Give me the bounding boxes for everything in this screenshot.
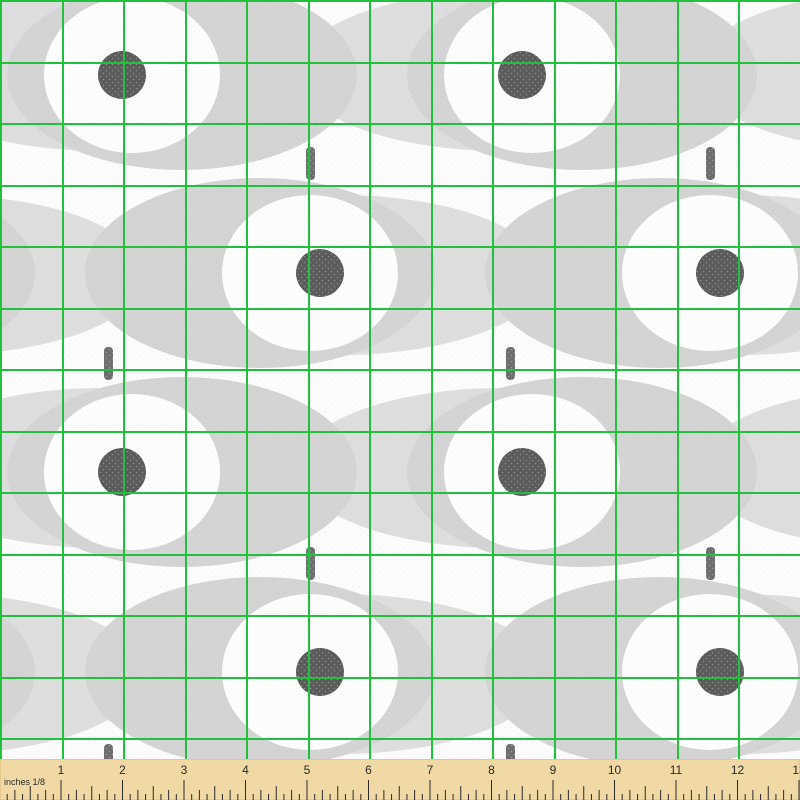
ruler-number: 6	[365, 763, 372, 777]
ruler-number: 12	[731, 763, 745, 777]
ruler-number: 13	[792, 763, 800, 777]
ruler-number: 1	[58, 763, 65, 777]
ruler-number: 7	[427, 763, 434, 777]
ruler-number: 4	[242, 763, 249, 777]
ruler-number: 5	[304, 763, 311, 777]
weave-texture	[0, 0, 800, 800]
ruler-number: 8	[488, 763, 495, 777]
ruler-number: 9	[550, 763, 557, 777]
ruler-number: 11	[670, 763, 683, 777]
ruler-number: 2	[119, 763, 126, 777]
fabric-swatch	[0, 0, 800, 800]
ruler-number: 3	[181, 763, 188, 777]
ruler: 12345678910111213 inches 1/8	[0, 759, 800, 800]
ruler-number: 10	[608, 763, 622, 777]
ruler-unit-label: inches 1/8	[4, 777, 45, 787]
